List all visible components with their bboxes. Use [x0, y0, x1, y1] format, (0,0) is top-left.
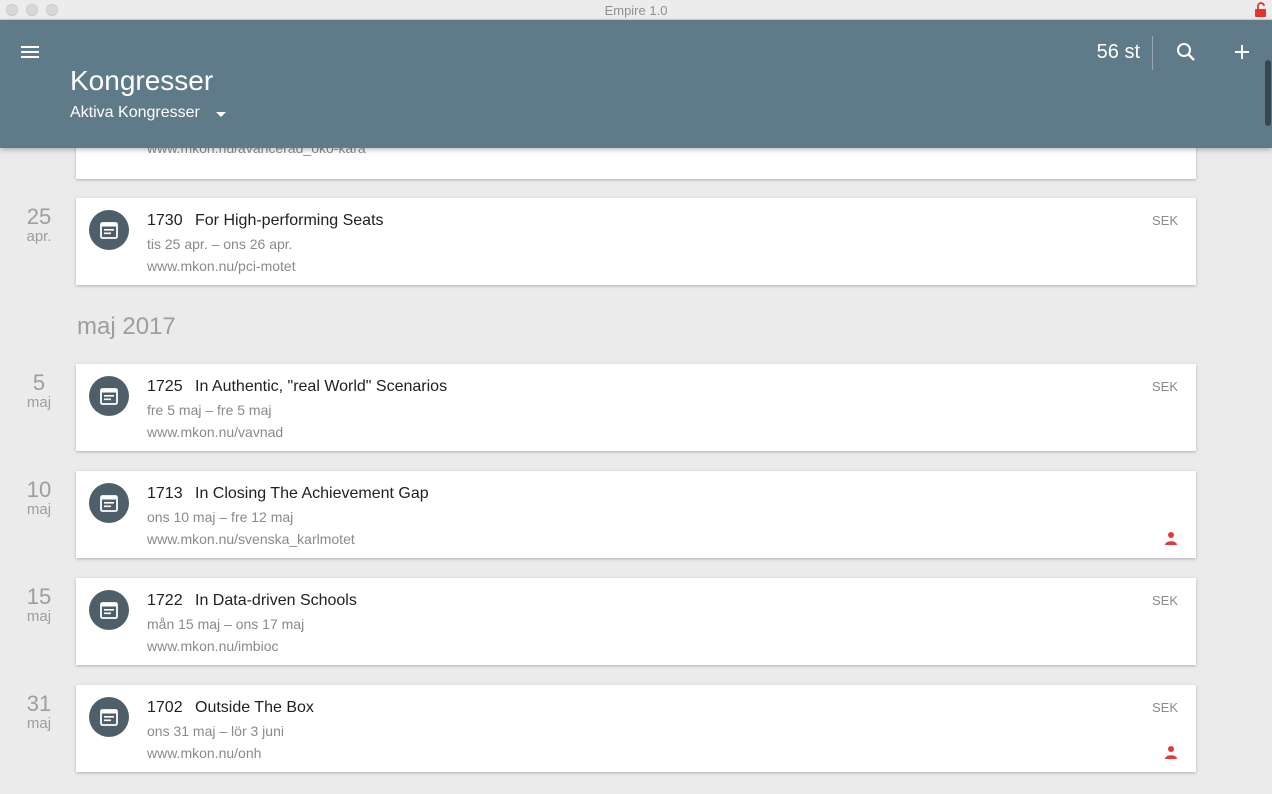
plus-icon[interactable]: [1230, 40, 1254, 64]
event-url: www.mkon.nu/pci-motet: [147, 258, 296, 274]
month-heading: maj 2017: [77, 313, 176, 340]
event-url: www.mkon.nu/avancerad_oko-kara: [147, 148, 366, 156]
list-item[interactable]: 1722 In Data-driven Schools mån 15 maj –…: [76, 578, 1196, 665]
event-id: 1722: [147, 592, 183, 609]
event-url: www.mkon.nu/vavnad: [147, 424, 284, 440]
date-day: 5: [32, 370, 46, 395]
date-label: 31 maj: [0, 692, 78, 732]
event-id: 1713: [147, 485, 183, 502]
event-list: www.mkon.nu/avancerad_oko-kara 25 apr. 1…: [0, 148, 1272, 794]
date-month: apr.: [26, 228, 52, 245]
event-dates: ons 10 maj – fre 12 maj: [147, 509, 294, 525]
list-item[interactable]: 1725 In Authentic, "real World" Scenario…: [76, 364, 1196, 451]
filter-dropdown-label: Aktiva Kongresser: [70, 104, 200, 121]
lock-icon[interactable]: [1254, 2, 1268, 18]
currency-label: SEK: [1151, 379, 1178, 394]
filter-dropdown[interactable]: Aktiva Kongresser: [70, 104, 226, 122]
scrollbar-thumb[interactable]: [1265, 60, 1271, 126]
calendar-icon: [89, 210, 129, 250]
date-month: maj: [26, 608, 52, 625]
search-icon[interactable]: [1174, 40, 1198, 64]
person-icon: [1165, 532, 1177, 545]
list-item[interactable]: 1702 Outside The Box ons 31 maj – lör 3 …: [76, 685, 1196, 772]
header-divider: [1152, 36, 1153, 70]
window-titlebar: Empire 1.0: [0, 0, 1272, 20]
date-label: 15 maj: [0, 585, 78, 625]
list-item[interactable]: 1730 For High-performing Seats tis 25 ap…: [76, 198, 1196, 285]
event-dates: fre 5 maj – fre 5 maj: [147, 402, 272, 418]
event-name: Outside The Box: [195, 699, 314, 716]
date-day: 15: [26, 584, 52, 609]
date-day: 10: [26, 477, 52, 502]
currency-label: SEK: [1151, 593, 1178, 608]
calendar-icon: [89, 590, 129, 630]
event-name: In Closing The Achievement Gap: [195, 485, 429, 502]
date-label: 10 maj: [0, 478, 78, 518]
date-day: 31: [26, 691, 52, 716]
app-header: Kongresser Aktiva Kongresser 56 st: [0, 20, 1272, 148]
event-name: For High-performing Seats: [195, 212, 384, 229]
event-dates: mån 15 maj – ons 17 maj: [147, 616, 305, 632]
event-url: www.mkon.nu/svenska_karlmotet: [147, 531, 355, 547]
currency-label: SEK: [1151, 213, 1178, 228]
event-id: 1730: [147, 212, 183, 229]
date-day: 25: [26, 204, 52, 229]
calendar-icon: [89, 483, 129, 523]
date-month: maj: [26, 394, 52, 411]
list-item[interactable]: 1713 In Closing The Achievement Gap ons …: [76, 471, 1196, 558]
event-dates: tis 25 apr. – ons 26 apr.: [147, 236, 293, 252]
calendar-icon: [89, 376, 129, 416]
event-id: 1725: [147, 378, 183, 395]
calendar-icon: [89, 697, 129, 737]
event-url: www.mkon.nu/onh: [147, 745, 262, 761]
event-name: In Data-driven Schools: [195, 592, 357, 609]
event-url: www.mkon.nu/imbioc: [147, 638, 279, 654]
page-title: Kongresser: [70, 65, 214, 96]
date-label: 25 apr.: [0, 205, 78, 245]
menu-icon[interactable]: [18, 40, 42, 64]
list-item-partial[interactable]: www.mkon.nu/avancerad_oko-kara: [76, 148, 1196, 179]
date-month: maj: [26, 501, 52, 518]
currency-label: SEK: [1151, 700, 1178, 715]
event-dates: ons 31 maj – lör 3 juni: [147, 723, 284, 739]
date-month: maj: [26, 715, 52, 732]
person-icon: [1165, 746, 1177, 759]
event-name: In Authentic, "real World" Scenarios: [195, 378, 448, 395]
date-label: 5 maj: [0, 371, 78, 411]
item-count: 56 st: [1096, 41, 1140, 63]
window-title: Empire 1.0: [604, 3, 668, 18]
event-id: 1702: [147, 699, 183, 716]
chevron-down-icon: [215, 111, 226, 117]
